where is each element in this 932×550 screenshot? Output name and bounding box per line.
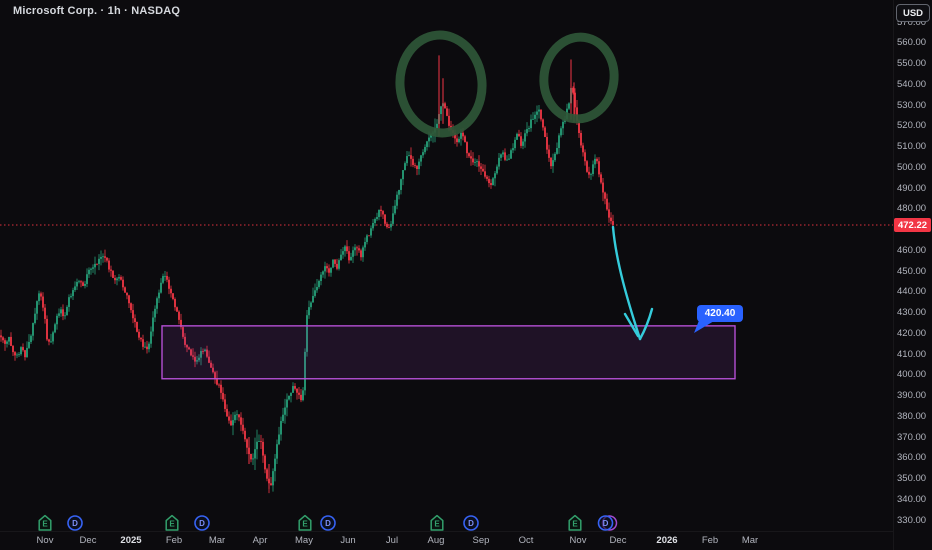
earnings-icon[interactable]: E xyxy=(426,513,448,533)
price-tick: 530.00 xyxy=(897,100,926,111)
time-tick: Apr xyxy=(238,535,282,546)
svg-text:D: D xyxy=(603,519,609,528)
price-tick: 480.00 xyxy=(897,203,926,214)
price-tick: 400.00 xyxy=(897,369,926,380)
candles xyxy=(0,55,614,493)
svg-text:E: E xyxy=(169,520,175,529)
svg-text:E: E xyxy=(42,520,48,529)
earnings-icon[interactable]: E xyxy=(564,513,586,533)
price-tick: 520.00 xyxy=(897,120,926,131)
time-tick: Dec xyxy=(596,535,640,546)
dividend-icon[interactable]: D xyxy=(317,513,339,533)
time-tick: Dec xyxy=(66,535,110,546)
dividend-icon[interactable]: D xyxy=(191,513,213,533)
svg-text:D: D xyxy=(325,519,331,528)
time-tick: Feb xyxy=(688,535,732,546)
price-tick: 430.00 xyxy=(897,307,926,318)
dividend-icon[interactable]: D xyxy=(64,513,86,533)
time-tick: Nov xyxy=(23,535,67,546)
price-tick: 360.00 xyxy=(897,452,926,463)
arrow-drawing[interactable] xyxy=(613,227,640,339)
svg-text:D: D xyxy=(199,519,205,528)
price-tick: 500.00 xyxy=(897,162,926,173)
time-tick: May xyxy=(282,535,326,546)
time-tick: 2025 xyxy=(109,535,153,546)
top-circle-drawing[interactable] xyxy=(539,33,620,124)
zone-rectangle-drawing[interactable] xyxy=(162,326,735,379)
time-tick: Sep xyxy=(459,535,503,546)
last-price-label: 472.22 xyxy=(894,218,931,232)
price-tick: 440.00 xyxy=(897,286,926,297)
time-tick: Jun xyxy=(326,535,370,546)
price-tick: 490.00 xyxy=(897,183,926,194)
price-tick: 510.00 xyxy=(897,141,926,152)
price-tick: 550.00 xyxy=(897,58,926,69)
time-tick: Jul xyxy=(370,535,414,546)
time-tick: Nov xyxy=(556,535,600,546)
price-tick: 390.00 xyxy=(897,390,926,401)
svg-text:E: E xyxy=(434,520,440,529)
earnings-icon[interactable]: E xyxy=(34,513,56,533)
svg-text:E: E xyxy=(572,520,578,529)
svg-text:D: D xyxy=(468,519,474,528)
price-tick: 540.00 xyxy=(897,79,926,90)
earnings-icon[interactable]: E xyxy=(294,513,316,533)
time-tick: Mar xyxy=(195,535,239,546)
price-tick: 350.00 xyxy=(897,473,926,484)
symbol-title[interactable]: Microsoft Corp. · 1h · NASDAQ xyxy=(13,5,180,17)
price-axis-separator xyxy=(893,0,894,550)
currency-button[interactable]: USD xyxy=(896,4,930,22)
price-tick: 410.00 xyxy=(897,349,926,360)
time-tick: Feb xyxy=(152,535,196,546)
time-tick: Mar xyxy=(728,535,772,546)
target-price-label[interactable]: 420.40 xyxy=(697,305,743,322)
time-tick: Oct xyxy=(504,535,548,546)
price-tick: 420.00 xyxy=(897,328,926,339)
price-tick: 460.00 xyxy=(897,245,926,256)
price-tick: 380.00 xyxy=(897,411,926,422)
earnings-icon[interactable]: E xyxy=(161,513,183,533)
price-tick: 340.00 xyxy=(897,494,926,505)
dividend-icon[interactable]: D xyxy=(460,513,482,533)
price-tick: 560.00 xyxy=(897,37,926,48)
price-tick: 450.00 xyxy=(897,266,926,277)
chart-window: Microsoft Corp. · 1h · NASDAQ USD 570.00… xyxy=(0,0,932,550)
time-tick: Aug xyxy=(414,535,458,546)
price-tick: 370.00 xyxy=(897,432,926,443)
svg-text:E: E xyxy=(302,520,308,529)
candlestick-chart[interactable] xyxy=(0,0,932,550)
price-tick: 330.00 xyxy=(897,515,926,526)
dividend-icon[interactable]: D xyxy=(596,513,618,533)
svg-text:D: D xyxy=(72,519,78,528)
time-tick: 2026 xyxy=(645,535,689,546)
